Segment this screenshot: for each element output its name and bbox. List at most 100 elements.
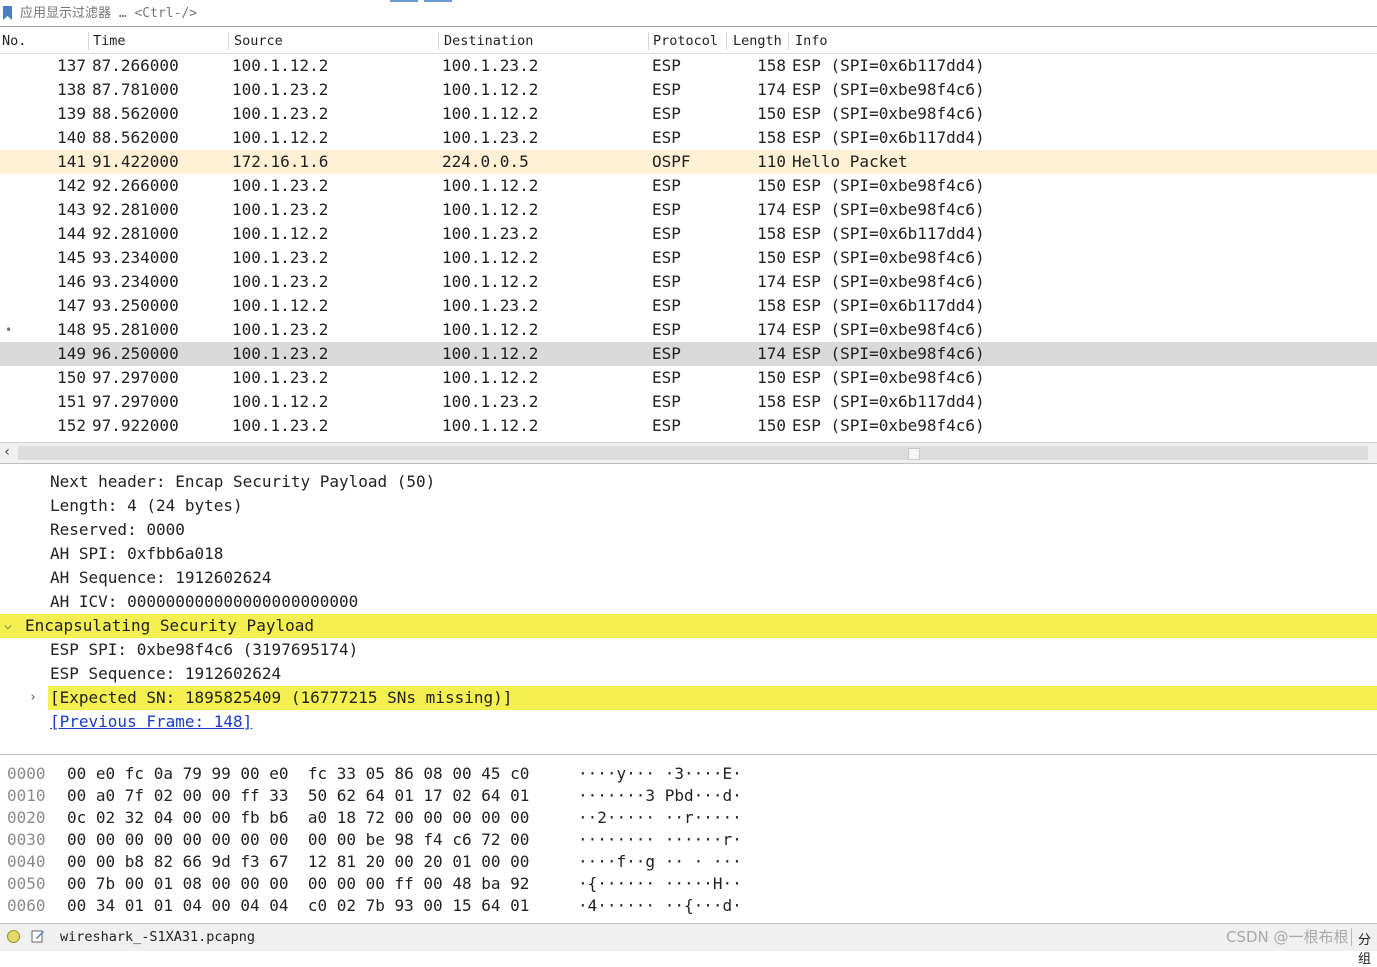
- hex-offset: 0040: [7, 852, 46, 871]
- packet-row[interactable]: 149 96.250000 100.1.23.2 100.1.12.2 ESP 174 ES…: [0, 342, 1377, 366]
- column-header-length[interactable]: Length: [733, 33, 782, 49]
- packet-row[interactable]: 146 93.234000 100.1.23.2 100.1.12.2 ESP 174 ES…: [0, 270, 1377, 294]
- packet-source: 100.1.23.2: [232, 200, 329, 219]
- detail-row[interactable]: ESP SPI: 0xbe98f4c6 (3197695174): [0, 638, 1377, 662]
- packet-row[interactable]: 140 88.562000 100.1.12.2 100.1.23.2 ESP 158 ES…: [0, 126, 1377, 150]
- chevron-right-icon[interactable]: ›: [29, 686, 43, 710]
- packet-length: 174: [757, 272, 786, 291]
- ascii-bytes: ··2····· ··r·····: [578, 808, 742, 827]
- packet-destination: 100.1.12.2: [442, 368, 539, 387]
- ascii-bytes: ········ ······r·: [578, 830, 742, 849]
- packet-length: 150: [757, 104, 786, 123]
- hex-row[interactable]: 0020 0c 02 32 04 00 00 fb b6 a0 18 72 00 …: [0, 807, 1377, 829]
- column-divider[interactable]: [438, 32, 439, 50]
- packet-row[interactable]: 139 88.562000 100.1.23.2 100.1.12.2 ESP 150 ES…: [0, 102, 1377, 126]
- display-filter-input[interactable]: [14, 3, 1377, 25]
- column-header-source[interactable]: Source: [234, 33, 283, 49]
- packet-row[interactable]: 152 97.922000 100.1.23.2 100.1.12.2 ESP 150 ES…: [0, 414, 1377, 438]
- packet-row[interactable]: 138 87.781000 100.1.23.2 100.1.12.2 ESP 174 ES…: [0, 78, 1377, 102]
- packet-time: 92.281000: [92, 224, 179, 243]
- packet-row[interactable]: 145 93.234000 100.1.23.2 100.1.12.2 ESP 150 ES…: [0, 246, 1377, 270]
- hex-row[interactable]: 0030 00 00 00 00 00 00 00 00 00 00 be 98 …: [0, 829, 1377, 851]
- expert-info-icon[interactable]: [7, 930, 20, 943]
- packet-row[interactable]: 141 91.422000 172.16.1.6 224.0.0.5 OSPF 110 He…: [0, 150, 1377, 174]
- column-divider[interactable]: [726, 32, 727, 50]
- packet-time: 97.297000: [92, 368, 179, 387]
- detail-row[interactable]: AH ICV: 000000000000000000000000: [0, 590, 1377, 614]
- packet-protocol: ESP: [652, 248, 681, 267]
- scrollbar-thumb[interactable]: [908, 448, 920, 460]
- hex-row[interactable]: 0000 00 e0 fc 0a 79 99 00 e0 fc 33 05 86 …: [0, 763, 1377, 785]
- column-header-info[interactable]: Info: [795, 33, 828, 49]
- packet-length: 150: [757, 176, 786, 195]
- status-bar: wireshark_-S1XA31.pcapng CSDN @一根布根 分组: [0, 923, 1377, 967]
- detail-row[interactable]: Length: 4 (24 bytes): [0, 494, 1377, 518]
- packet-protocol: ESP: [652, 416, 681, 435]
- previous-frame-link[interactable]: [Previous Frame: 148]: [50, 710, 252, 734]
- hex-offset: 0010: [7, 786, 46, 805]
- detail-row[interactable]: Reserved: 0000: [0, 518, 1377, 542]
- scrollbar-track[interactable]: [18, 446, 1368, 460]
- packet-time: 87.266000: [92, 56, 179, 75]
- detail-length: Length: 4 (24 bytes): [50, 496, 243, 515]
- packet-row[interactable]: 148 95.281000 100.1.23.2 100.1.12.2 ESP 174 ES…: [0, 318, 1377, 342]
- packet-no: 137: [57, 56, 86, 75]
- detail-row[interactable]: AH Sequence: 1912602624: [0, 566, 1377, 590]
- column-header-time[interactable]: Time: [93, 33, 126, 49]
- packet-row[interactable]: 142 92.266000 100.1.23.2 100.1.12.2 ESP 150 ES…: [0, 174, 1377, 198]
- packet-row[interactable]: 151 97.297000 100.1.12.2 100.1.23.2 ESP 158 ES…: [0, 390, 1377, 414]
- capture-comment-icon[interactable]: [31, 929, 45, 943]
- pane-splitter[interactable]: [0, 463, 1377, 470]
- detail-ah-icv: AH ICV: 000000000000000000000000: [50, 592, 359, 611]
- column-divider[interactable]: [648, 32, 649, 50]
- chevron-down-icon[interactable]: ⌵: [4, 614, 18, 638]
- hex-offset: 0030: [7, 830, 46, 849]
- column-header-protocol[interactable]: Protocol: [653, 33, 718, 49]
- hex-row[interactable]: 0010 00 a0 7f 02 00 00 ff 33 50 62 64 01 …: [0, 785, 1377, 807]
- packet-destination: 100.1.23.2: [442, 392, 539, 411]
- packet-time: 91.422000: [92, 152, 179, 171]
- column-divider[interactable]: [228, 32, 229, 50]
- packet-info: ESP (SPI=0xbe98f4c6): [792, 272, 985, 291]
- detail-row[interactable]: ESP Sequence: 1912602624: [0, 662, 1377, 686]
- packet-list-header: No. Time Source Destination Protocol Len…: [0, 29, 1377, 54]
- packet-info: ESP (SPI=0x6b117dd4): [792, 392, 985, 411]
- hex-bytes: 00 a0 7f 02 00 00 ff 33 50 62 64 01 17 0…: [67, 786, 530, 805]
- packet-no: 139: [57, 104, 86, 123]
- bookmark-icon[interactable]: [3, 6, 12, 20]
- packet-source: 100.1.23.2: [232, 248, 329, 267]
- packet-source: 100.1.23.2: [232, 176, 329, 195]
- packet-row[interactable]: 150 97.297000 100.1.23.2 100.1.12.2 ESP 150 ES…: [0, 366, 1377, 390]
- scroll-left-icon[interactable]: ‹: [3, 444, 11, 460]
- column-divider[interactable]: [788, 32, 789, 50]
- horizontal-scrollbar[interactable]: ‹: [0, 442, 1377, 463]
- capture-file-name: wireshark_-S1XA31.pcapng: [60, 929, 256, 945]
- packet-row[interactable]: 147 93.250000 100.1.12.2 100.1.23.2 ESP 158 ES…: [0, 294, 1377, 318]
- hex-offset: 0050: [7, 874, 46, 893]
- packet-row[interactable]: 144 92.281000 100.1.12.2 100.1.23.2 ESP 158 ES…: [0, 222, 1377, 246]
- packet-no: 149: [57, 344, 86, 363]
- column-divider[interactable]: [88, 32, 89, 50]
- detail-row[interactable]: AH SPI: 0xfbb6a018: [0, 542, 1377, 566]
- detail-row[interactable]: [Previous Frame: 148]: [0, 710, 1377, 734]
- detail-ah-sequence: AH Sequence: 1912602624: [50, 568, 272, 587]
- detail-row[interactable]: Next header: Encap Security Payload (50): [0, 470, 1377, 494]
- packet-row[interactable]: 143 92.281000 100.1.23.2 100.1.12.2 ESP 174 ES…: [0, 198, 1377, 222]
- detail-next-header: Next header: Encap Security Payload (50): [50, 472, 436, 491]
- packet-protocol: OSPF: [652, 152, 691, 171]
- packet-info: ESP (SPI=0xbe98f4c6): [792, 200, 985, 219]
- packet-destination: 100.1.12.2: [442, 272, 539, 291]
- detail-row-esp-header[interactable]: ⌵ Encapsulating Security Payload: [0, 614, 1377, 638]
- hex-row[interactable]: 0050 00 7b 00 01 08 00 00 00 00 00 00 ff …: [0, 873, 1377, 895]
- column-header-no[interactable]: No.: [2, 33, 26, 49]
- column-header-destination[interactable]: Destination: [444, 33, 533, 49]
- hex-row[interactable]: 0060 00 34 01 01 04 00 04 04 c0 02 7b 93 …: [0, 895, 1377, 917]
- packet-length: 174: [757, 200, 786, 219]
- packet-time: 92.281000: [92, 200, 179, 219]
- packet-info: ESP (SPI=0xbe98f4c6): [792, 248, 985, 267]
- packet-time: 95.281000: [92, 320, 179, 339]
- detail-row-expected-sn[interactable]: › [Expected SN: 1895825409 (16777215 SNs…: [0, 686, 1377, 710]
- packet-row[interactable]: 137 87.266000 100.1.12.2 100.1.23.2 ESP 158 ES…: [0, 54, 1377, 78]
- packet-info: Hello Packet: [792, 152, 908, 171]
- hex-row[interactable]: 0040 00 00 b8 82 66 9d f3 67 12 81 20 00 …: [0, 851, 1377, 873]
